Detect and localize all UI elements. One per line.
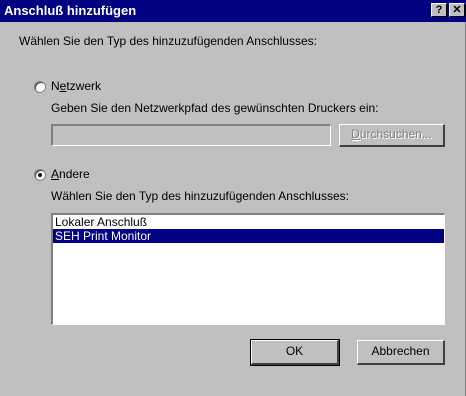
network-radio[interactable] — [34, 81, 46, 93]
port-type-list[interactable]: Lokaler Anschluß SEH Print Monitor — [51, 213, 445, 325]
instruction-text: Wählen Sie den Typ des hinzuzufügenden A… — [19, 34, 317, 48]
close-button[interactable]: ✕ — [449, 3, 465, 17]
help-button[interactable]: ? — [431, 3, 447, 17]
ok-button[interactable]: OK — [250, 339, 340, 366]
network-path-input[interactable] — [51, 124, 331, 146]
network-path-prompt: Geben Sie den Netzwerkpfad des gewünscht… — [51, 101, 379, 115]
other-radio[interactable] — [34, 169, 46, 181]
browse-button[interactable]: Durchsuchen... — [339, 124, 445, 147]
other-label[interactable]: Andere — [51, 167, 90, 181]
add-port-dialog: Anschluß hinzufügen ? ✕ Wählen Sie den T… — [0, 0, 466, 396]
radio-selected-dot — [38, 173, 42, 177]
network-label[interactable]: Netzwerk — [51, 79, 101, 93]
list-item[interactable]: Lokaler Anschluß — [53, 215, 444, 229]
title-bar[interactable]: Anschluß hinzufügen ? ✕ — [0, 0, 466, 22]
list-item[interactable]: SEH Print Monitor — [53, 229, 444, 243]
cancel-button[interactable]: Abbrechen — [357, 340, 445, 365]
dialog-title: Anschluß hinzufügen — [4, 3, 137, 18]
port-list-prompt: Wählen Sie den Typ des hinzuzufügenden A… — [51, 189, 349, 203]
